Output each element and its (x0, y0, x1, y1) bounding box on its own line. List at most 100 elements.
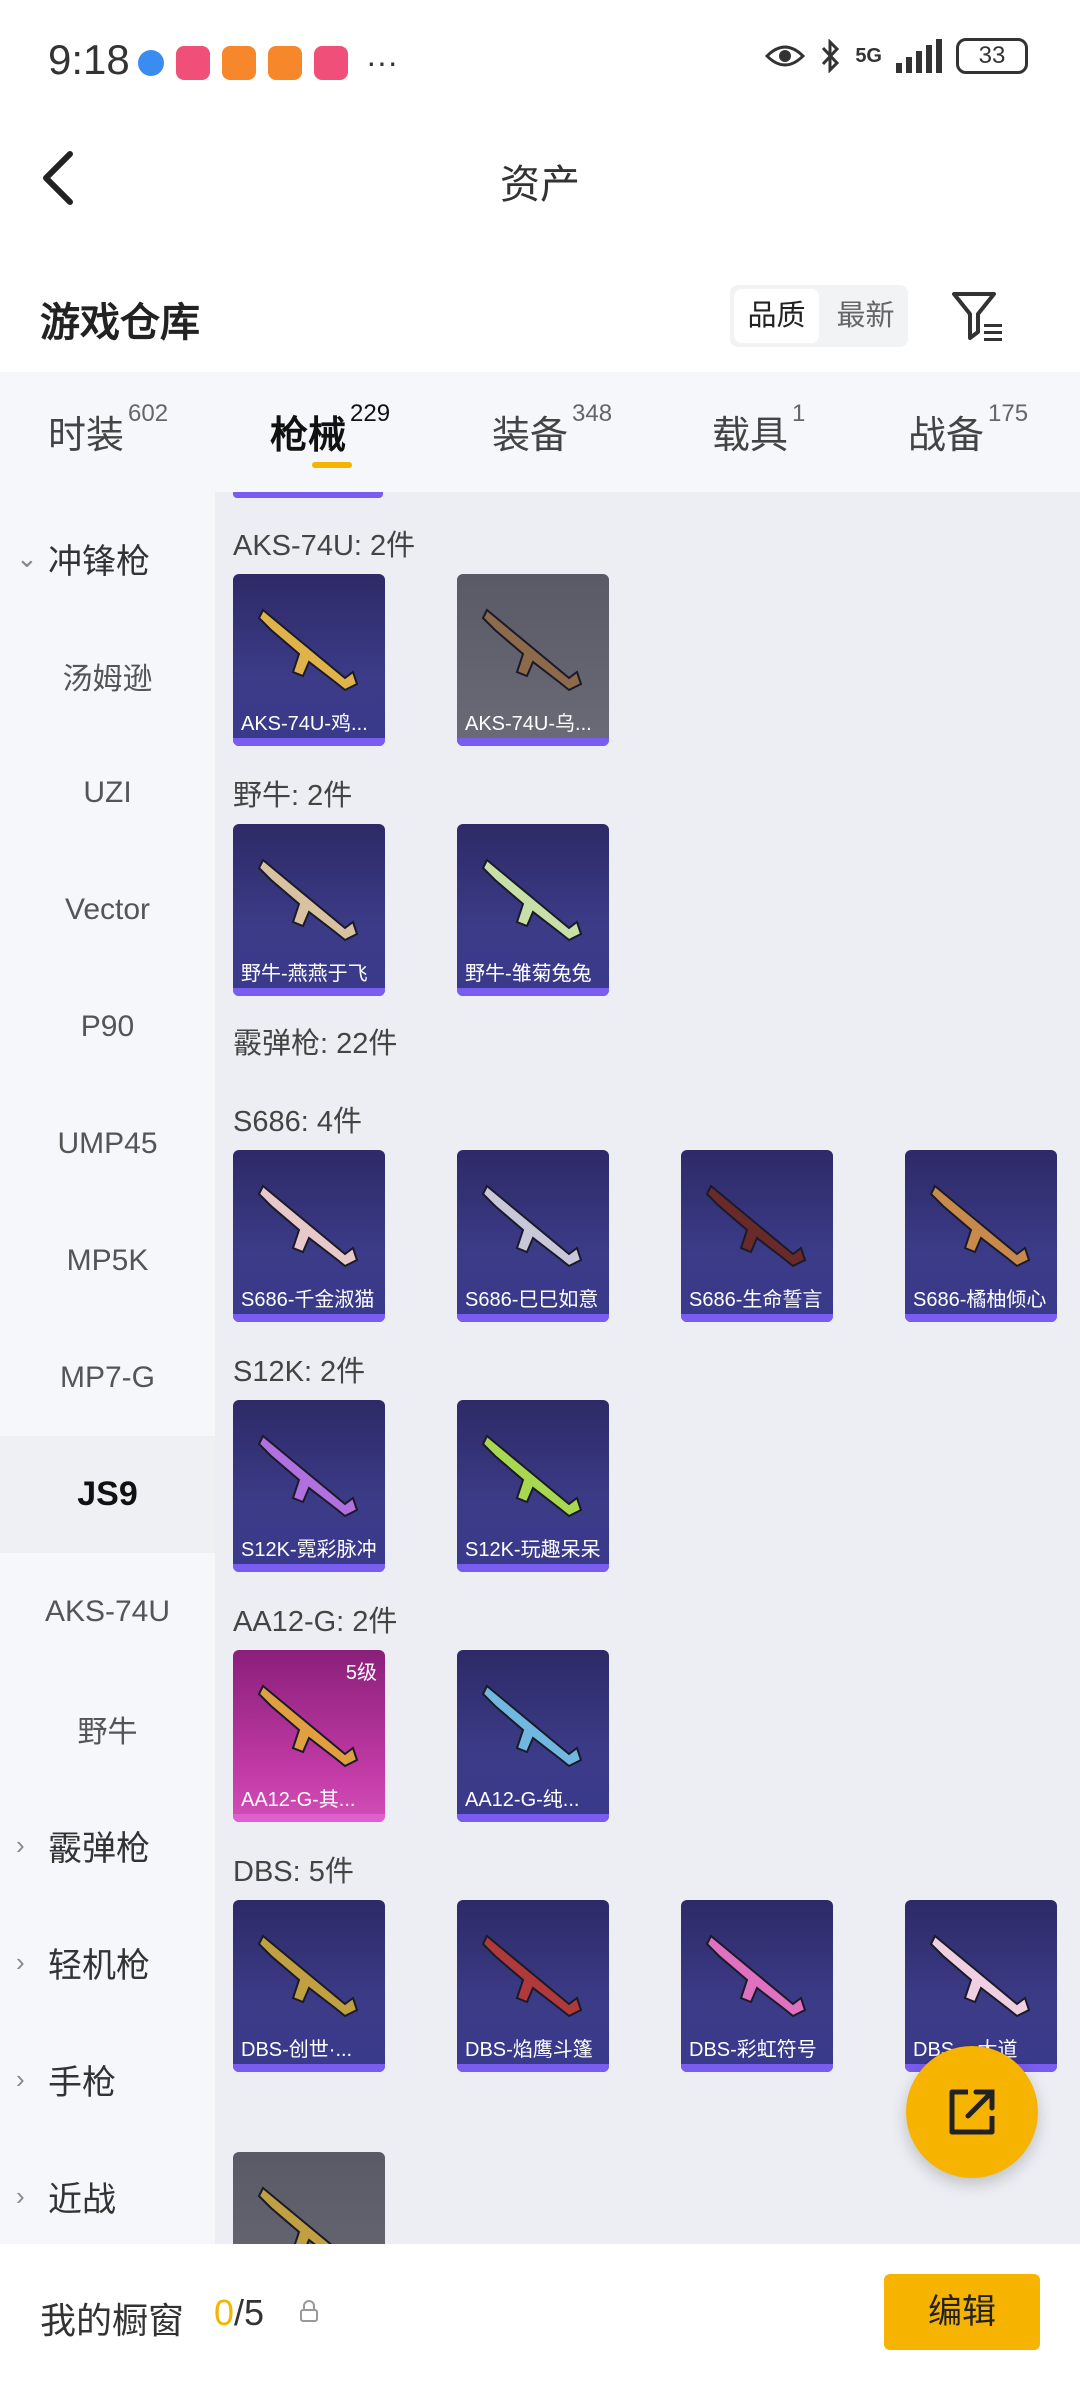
group-label: 野牛: 2件 (233, 780, 353, 812)
tab-guns[interactable]: 枪械229 (270, 400, 390, 459)
weapon-skin-name: 野牛-燕燕于飞 (241, 963, 368, 985)
gun-icon (481, 1434, 583, 1518)
sidebar-item-label: 手枪 (48, 2064, 116, 2102)
tab-skins[interactable]: 时装602 (48, 400, 168, 459)
rarity-bar (681, 2064, 833, 2072)
weapon-skin-card[interactable]: S12K-玩趣呆呆 (457, 1400, 609, 1572)
tab-vehicles[interactable]: 载具1 (712, 400, 805, 459)
gun-icon (481, 1684, 583, 1768)
sidebar-item[interactable]: 野牛 (0, 1670, 215, 1787)
sidebar-group[interactable]: › 近战 (0, 2138, 215, 2255)
sort-newest-button[interactable]: 最新 (823, 285, 908, 347)
tab-equipment[interactable]: 装备348 (492, 400, 612, 459)
share-button[interactable] (906, 2046, 1038, 2178)
rarity-bar (905, 1314, 1057, 1322)
browser-app-icon (138, 49, 164, 76)
sidebar-item-label: Vector (64, 892, 151, 926)
tab-label: 载具 (712, 415, 789, 457)
chevron-right-icon: › (16, 1947, 25, 1977)
group-label: AKS-74U: 2件 (233, 530, 416, 562)
sidebar-item[interactable]: AKS-74U (0, 1553, 215, 1670)
sidebar-item-label: 野牛 (77, 1715, 138, 1749)
sidebar-item-label: JS9 (77, 1475, 138, 1513)
weapon-skin-card[interactable]: 5级 AA12-G-其... (233, 1650, 385, 1822)
tab-label: 装备 (492, 415, 569, 457)
sidebar-item[interactable]: UZI (0, 734, 215, 851)
weapon-skin-name: S686-橘柚倾心 (913, 1289, 1047, 1311)
filter-icon[interactable] (950, 288, 1006, 344)
sidebar-item-label: 冲锋枪 (48, 543, 150, 581)
sidebar-group[interactable]: › 轻机枪 (0, 1904, 215, 2021)
weapon-skin-card[interactable]: AKS-74U-乌... (457, 574, 609, 746)
weapon-type-sidebar: ⌄ 冲锋枪汤姆逊 UZI Vector P90 UMP45 MP5K MP7-G JS9 AKS-… (0, 492, 215, 2244)
showcase-label: 我的橱窗 (40, 2300, 185, 2341)
weapon-skin-card[interactable]: AKS-74U-鸡... (233, 574, 385, 746)
weapon-skin-name: S686-生命誓言 (689, 1289, 823, 1311)
rarity-bar (233, 1564, 385, 1572)
edit-button[interactable]: 编辑 (884, 2274, 1040, 2350)
status-time: 9:18 (48, 36, 130, 83)
weapon-skin-name: AA12-G-纯... (465, 1789, 580, 1811)
rarity-bar (233, 1314, 385, 1322)
sort-quality-button[interactable]: 品质 (734, 289, 819, 343)
rarity-bar (233, 2064, 385, 2072)
status-bar: 9:18 ··· 5G 33 (0, 0, 1080, 120)
tab-label: 枪械 (270, 415, 347, 457)
nav-header: 资产 (0, 120, 1080, 230)
weapon-grid: AKS-74U: 2件 AKS-74U-鸡... AKS-74U-乌... 野牛: 2… (215, 492, 1080, 2244)
weapon-skin-card[interactable]: 野牛-雏菊兔兔 (457, 824, 609, 996)
sidebar-group[interactable]: › 手枪 (0, 2021, 215, 2138)
app-notification-icon (268, 45, 302, 80)
weapon-skin-card[interactable]: DBS-彩虹符号 (681, 1900, 833, 2072)
rarity-bar (233, 988, 385, 996)
sidebar-item-label: MP5K (66, 1243, 149, 1277)
weapon-skin-card[interactable]: DBS-创世·... (233, 1900, 385, 2072)
weapon-skin-name: 野牛-雏菊兔兔 (465, 963, 592, 985)
weapon-skin-name: S686-千金淑猫 (241, 1289, 375, 1311)
tab-gear[interactable]: 战备175 (908, 400, 1028, 459)
rarity-bar (457, 2064, 609, 2072)
weapon-skin-card[interactable]: S686-千金淑猫 (233, 1150, 385, 1322)
sidebar-group[interactable]: › 霰弹枪 (0, 1787, 215, 1904)
gun-icon (257, 1184, 359, 1268)
lock-icon (300, 2300, 318, 2322)
weapon-skin-name: S686-巳巳如意 (465, 1289, 599, 1311)
bluetooth-icon (822, 39, 840, 73)
sidebar-item[interactable]: UMP45 (0, 1085, 215, 1202)
card-edge (233, 492, 383, 498)
sidebar-item[interactable]: P90 (0, 968, 215, 1085)
weapon-skin-name: S12K-霓彩脉冲 (241, 1539, 377, 1561)
gun-icon (481, 1934, 583, 2018)
sidebar-item-label: AKS-74U (44, 1594, 171, 1628)
gun-icon (257, 2186, 333, 2244)
weapon-skin-card[interactable]: AA12-G-纯... (457, 1650, 609, 1822)
tab-count: 175 (988, 400, 1029, 427)
sidebar-item-label: 轻机枪 (48, 1947, 150, 1985)
sidebar-item-label: UMP45 (57, 1126, 158, 1160)
chevron-down-icon: ⌄ (16, 543, 38, 573)
gun-icon (481, 608, 583, 692)
sidebar-item-label: UZI (83, 775, 132, 809)
sidebar-item[interactable]: MP7-G (0, 1319, 215, 1436)
sidebar-group[interactable]: ⌄ 冲锋枪 (0, 500, 215, 617)
sidebar-item[interactable]: 汤姆逊 (0, 617, 215, 734)
weapon-skin-card[interactable]: DBS-焰鹰斗篷 (457, 1900, 609, 2072)
weapon-skin-card[interactable]: S686-生命誓言 (681, 1150, 833, 1322)
eye-icon (765, 45, 806, 67)
gun-icon (929, 1934, 1031, 2018)
weapon-skin-card[interactable]: S12K-霓彩脉冲 (233, 1400, 385, 1572)
weapon-skin-card[interactable] (233, 2152, 385, 2244)
chevron-right-icon: › (16, 2181, 25, 2211)
sidebar-item-label: 霰弹枪 (48, 1830, 150, 1868)
gun-icon (481, 1184, 583, 1268)
gun-icon (481, 858, 583, 942)
sidebar-item[interactable]: MP5K (0, 1202, 215, 1319)
weapon-skin-card[interactable]: S686-巳巳如意 (457, 1150, 609, 1322)
gun-icon (257, 1434, 359, 1518)
sidebar-item[interactable]: Vector (0, 851, 215, 968)
weapon-skin-card[interactable]: S686-橘柚倾心 (905, 1150, 1057, 1322)
gun-icon (929, 1184, 1031, 1268)
sidebar-item[interactable]: JS9 (0, 1436, 215, 1553)
gun-icon (257, 608, 359, 692)
weapon-skin-card[interactable]: 野牛-燕燕于飞 (233, 824, 385, 996)
